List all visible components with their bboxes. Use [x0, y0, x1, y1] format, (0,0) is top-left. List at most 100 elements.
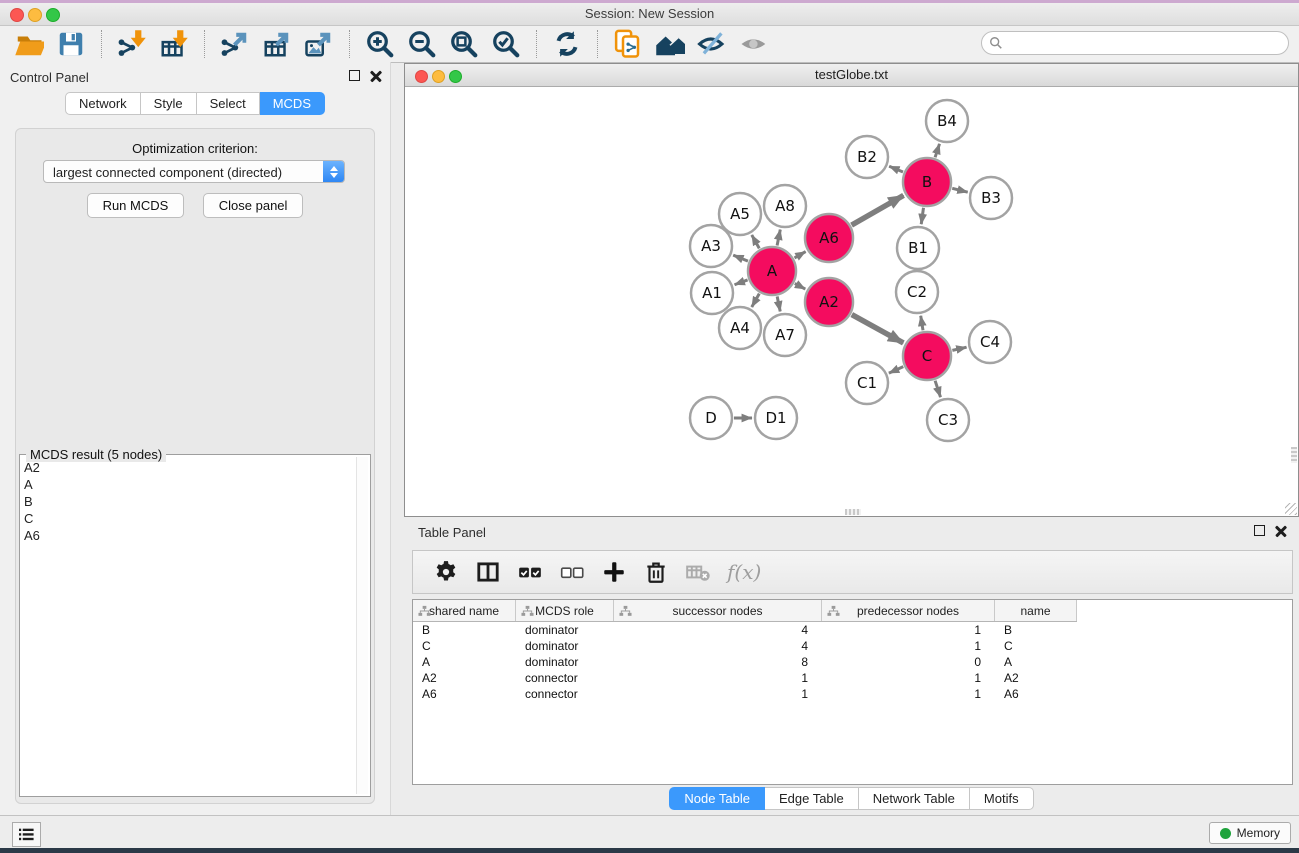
edge-B-B1[interactable]: [921, 208, 923, 224]
search-field[interactable]: [981, 31, 1289, 55]
vertical-scroll-indicator[interactable]: [1291, 447, 1297, 463]
network-canvas[interactable]: AA1A2A3A4A5A6A7A8BB1B2B3B4CC1C2C3C4DD1: [405, 87, 1298, 516]
add-column-icon[interactable]: [601, 559, 627, 585]
deselect-all-rows-icon[interactable]: [559, 559, 585, 585]
tab-node-table[interactable]: Node Table: [669, 787, 765, 810]
node-C1[interactable]: C1: [846, 362, 888, 404]
task-history-button[interactable]: [12, 822, 41, 847]
result-item[interactable]: C: [24, 510, 354, 527]
edge-C-C1[interactable]: [889, 367, 903, 373]
edge-C-C3[interactable]: [935, 381, 940, 397]
search-input[interactable]: [1008, 35, 1281, 51]
edge-A-A7[interactable]: [777, 296, 780, 311]
node-B[interactable]: B: [903, 158, 951, 206]
node-A[interactable]: A: [748, 247, 796, 295]
result-item[interactable]: A: [24, 476, 354, 493]
show-graphics-details-icon[interactable]: [739, 29, 769, 59]
refresh-view-icon[interactable]: [552, 29, 582, 59]
import-network-icon[interactable]: [117, 29, 147, 59]
tab-mcds[interactable]: MCDS: [260, 92, 325, 115]
home-view-icon[interactable]: [655, 29, 685, 59]
result-scrollbar[interactable]: [356, 457, 368, 794]
table-row[interactable]: A6connector11A6: [413, 686, 1292, 702]
edge-A-A1[interactable]: [735, 280, 748, 285]
tab-select[interactable]: Select: [197, 92, 260, 115]
table-row[interactable]: A2connector11A2: [413, 670, 1292, 686]
node-B3[interactable]: B3: [970, 177, 1012, 219]
network-frame-titlebar[interactable]: testGlobe.txt: [405, 64, 1298, 87]
zoom-out-icon[interactable]: [407, 29, 437, 59]
table-row[interactable]: Adominator80A: [413, 654, 1292, 670]
split-columns-icon[interactable]: [475, 559, 501, 585]
node-A8[interactable]: A8: [764, 185, 806, 227]
network-graph[interactable]: AA1A2A3A4A5A6A7A8BB1B2B3B4CC1C2C3C4DD1: [405, 87, 1296, 515]
node-D[interactable]: D: [690, 397, 732, 439]
result-item[interactable]: A6: [24, 527, 354, 544]
export-network-icon[interactable]: [220, 29, 250, 59]
horizontal-scroll-indicator[interactable]: [845, 509, 861, 515]
column-header-MCDS-role[interactable]: MCDS role: [516, 600, 614, 621]
tab-motifs[interactable]: Motifs: [970, 787, 1034, 810]
table-row[interactable]: Bdominator41B: [413, 622, 1292, 638]
edge-A-A2[interactable]: [795, 283, 805, 289]
export-table-icon[interactable]: [262, 29, 292, 59]
edge-A-A6[interactable]: [795, 252, 806, 258]
select-all-rows-icon[interactable]: [517, 559, 543, 585]
edge-A-A8[interactable]: [777, 230, 780, 246]
edge-A2-C[interactable]: [852, 315, 904, 343]
edge-A-A4[interactable]: [752, 294, 760, 307]
tab-style[interactable]: Style: [141, 92, 197, 115]
close-table-panel-icon[interactable]: [1275, 525, 1287, 537]
import-table-icon[interactable]: [159, 29, 189, 59]
edge-C-C2[interactable]: [921, 316, 923, 331]
node-B4[interactable]: B4: [926, 100, 968, 142]
result-item[interactable]: A2: [24, 459, 354, 476]
resize-grip-icon[interactable]: [1285, 503, 1297, 515]
tab-network[interactable]: Network: [65, 92, 141, 115]
column-header-predecessor-nodes[interactable]: predecessor nodes: [822, 600, 995, 621]
node-table[interactable]: shared nameMCDS rolesuccessor nodesprede…: [412, 599, 1293, 785]
criterion-dropdown[interactable]: largest connected component (directed): [43, 160, 345, 183]
column-header-shared-name[interactable]: shared name: [413, 600, 516, 621]
edge-B-B4[interactable]: [935, 144, 939, 157]
save-session-icon[interactable]: [56, 29, 86, 59]
node-A5[interactable]: A5: [719, 193, 761, 235]
zoom-fit-content-icon[interactable]: [449, 29, 479, 59]
edge-A-A5[interactable]: [752, 235, 760, 248]
node-A1[interactable]: A1: [691, 272, 733, 314]
close-panel-icon[interactable]: [370, 70, 382, 82]
node-B2[interactable]: B2: [846, 136, 888, 178]
column-header-successor-nodes[interactable]: successor nodes: [614, 600, 822, 621]
node-B1[interactable]: B1: [897, 227, 939, 269]
column-header-name[interactable]: name: [995, 600, 1077, 621]
node-A4[interactable]: A4: [719, 307, 761, 349]
run-mcds-button[interactable]: Run MCDS: [87, 193, 185, 218]
node-C2[interactable]: C2: [896, 271, 938, 313]
duplicate-network-icon[interactable]: [613, 29, 643, 59]
edge-B-B2[interactable]: [889, 166, 903, 172]
float-table-panel-icon[interactable]: [1254, 525, 1265, 536]
export-image-icon[interactable]: [304, 29, 334, 59]
open-file-icon[interactable]: [14, 29, 44, 59]
node-D1[interactable]: D1: [755, 397, 797, 439]
close-panel-button[interactable]: Close panel: [203, 193, 304, 218]
mcds-result-list[interactable]: A2ABCA6: [22, 457, 356, 794]
hide-graphics-details-icon[interactable]: [697, 29, 727, 59]
node-A7[interactable]: A7: [764, 314, 806, 356]
result-item[interactable]: B: [24, 493, 354, 510]
edge-B-B3[interactable]: [952, 188, 967, 192]
node-A6[interactable]: A6: [805, 214, 853, 262]
edge-A-A3[interactable]: [733, 255, 748, 261]
tab-network-table[interactable]: Network Table: [859, 787, 970, 810]
memory-button[interactable]: Memory: [1209, 822, 1291, 844]
node-C3[interactable]: C3: [927, 399, 969, 441]
edge-A6-B[interactable]: [852, 195, 904, 225]
float-panel-icon[interactable]: [349, 70, 360, 81]
node-A2[interactable]: A2: [805, 278, 853, 326]
node-C[interactable]: C: [903, 332, 951, 380]
node-A3[interactable]: A3: [690, 225, 732, 267]
delete-column-icon[interactable]: [643, 559, 669, 585]
zoom-in-icon[interactable]: [365, 29, 395, 59]
edge-C-C4[interactable]: [952, 347, 966, 350]
table-settings-icon[interactable]: [433, 559, 459, 585]
